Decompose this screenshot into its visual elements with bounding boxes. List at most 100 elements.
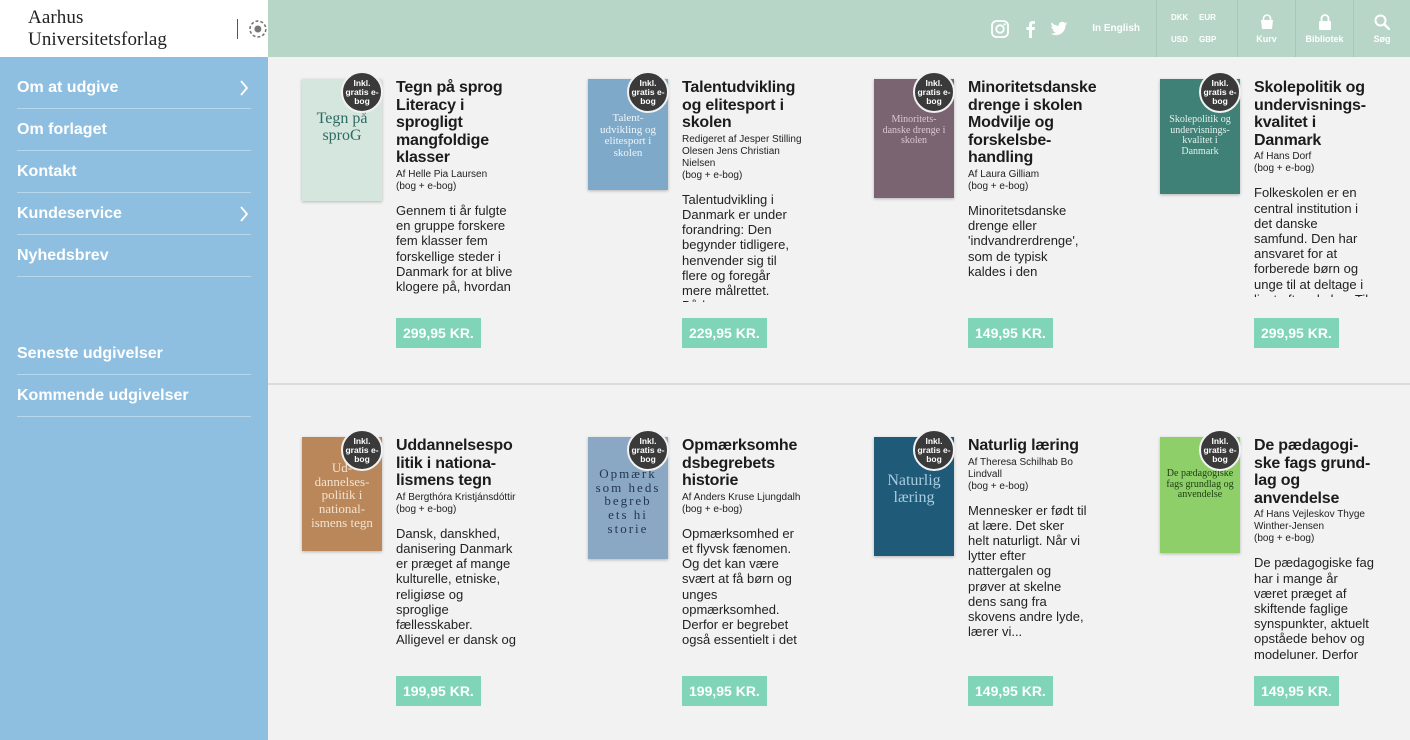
- sidebar-item-label: Seneste udgivelser: [17, 344, 163, 362]
- book-title[interactable]: De pædagogi-ske fags grund-lag og anvend…: [1254, 437, 1374, 507]
- book-info: Skolepolitik og undervisnings-kvalitet i…: [1254, 79, 1374, 297]
- book-title[interactable]: Opmærksomhe dsbegrebets historie: [682, 437, 802, 490]
- cover-title: De pædagogiske fags grundlag og anvendel…: [1166, 468, 1234, 500]
- sidebar-item-label: Kundeservice: [17, 204, 122, 222]
- currency-usd[interactable]: USD: [1171, 29, 1199, 51]
- library-button[interactable]: Bibliotek: [1296, 0, 1354, 57]
- instagram-icon[interactable]: [990, 19, 1010, 39]
- price-button[interactable]: 149,95 KR.: [968, 318, 1053, 348]
- book-info: Opmærksomhe dsbegrebets historie Af Ande…: [682, 437, 802, 650]
- book-author: Af Hans Vejleskov Thyge Winther-Jensen: [1254, 509, 1365, 533]
- sidebar-item-label: Kontakt: [17, 162, 77, 180]
- cart-button[interactable]: Kurv: [1238, 0, 1296, 57]
- sidebar-item-kontakt[interactable]: Kontakt: [17, 151, 251, 193]
- book-format: (bog + e-bog): [968, 180, 1029, 192]
- price-button[interactable]: 199,95 KR.: [396, 676, 481, 706]
- sidebar-item-om-at-udgive[interactable]: Om at udgive: [17, 67, 251, 109]
- price-button[interactable]: 299,95 KR.: [1254, 318, 1339, 348]
- book-format: (bog + e-bog): [682, 169, 743, 181]
- book-row: Tegn på sproG Inkl. gratis e-bog Tegn på…: [268, 57, 1410, 385]
- logo[interactable]: Aarhus Universitetsforlag: [0, 0, 268, 57]
- cover-title: Minoritets-danske drenge i skolen: [882, 114, 946, 146]
- sidebar-nav-primary: Om at udgive Om forlaget Kontakt Kundese…: [0, 57, 268, 277]
- book-row: Ud-dannelses-politik i national-ismens t…: [268, 387, 1410, 740]
- free-ebook-badge: Inkl. gratis e-bog: [1199, 71, 1241, 113]
- book-info: Minoritetsdanske drenge i skolen Modvilj…: [968, 79, 1097, 281]
- currency-eur[interactable]: EUR: [1199, 7, 1227, 29]
- price-button[interactable]: 149,95 KR.: [1254, 676, 1339, 706]
- price-button[interactable]: 149,95 KR.: [968, 676, 1053, 706]
- book-info: Uddannelsespo litik i nationa-lismens te…: [396, 437, 516, 650]
- header-actions: In English DKK EUR USD GBP Kurv Bibliote…: [976, 0, 1410, 57]
- price-button[interactable]: 299,95 KR.: [396, 318, 481, 348]
- book-format: (bog + e-bog): [1254, 533, 1315, 545]
- cover-title: Opmærk som heds begreb ets hi storie: [595, 466, 661, 536]
- book-grid: Tegn på sproG Inkl. gratis e-bog Tegn på…: [268, 57, 1410, 740]
- sidebar-item-om-forlaget[interactable]: Om forlaget: [17, 109, 251, 151]
- book-card: Opmærk som heds begreb ets hi storie Ink…: [554, 387, 840, 740]
- cover-title: Skolepolitik og undervisnings-kvalitet i…: [1169, 114, 1231, 157]
- sidebar-item-nyhedsbrev[interactable]: Nyhedsbrev: [17, 235, 251, 277]
- book-title[interactable]: Minoritetsdanske drenge i skolen Modvilj…: [968, 79, 1097, 167]
- currency-dkk[interactable]: DKK: [1171, 7, 1199, 29]
- book-format: (bog + e-bog): [682, 503, 743, 515]
- currency-gbp[interactable]: GBP: [1199, 29, 1227, 51]
- sidebar-item-kommende-udgivelser[interactable]: Kommende udgivelser: [17, 375, 251, 417]
- facebook-icon[interactable]: [1024, 19, 1036, 39]
- price-button[interactable]: 199,95 KR.: [682, 676, 767, 706]
- book-card: Talent-udvikling og elitesport i skolen …: [554, 57, 840, 385]
- book-description: Talentudvikling i Danmark er under foran…: [682, 191, 789, 302]
- book-description: Gennem ti år fulgte en gruppe forskere f…: [396, 202, 513, 295]
- sidebar: Om at udgive Om forlaget Kontakt Kundese…: [0, 57, 268, 740]
- book-card: Skolepolitik og undervisnings-kvalitet i…: [1126, 57, 1410, 385]
- book-title[interactable]: Skolepolitik og undervisnings-kvalitet i…: [1254, 79, 1374, 149]
- book-title[interactable]: Uddannelsespo litik i nationa-lismens te…: [396, 437, 516, 490]
- price-button[interactable]: 229,95 KR.: [682, 318, 767, 348]
- book-author: Redigeret af Jesper Stilling Olesen Jens…: [682, 133, 802, 169]
- library-label: Bibliotek: [1305, 33, 1344, 44]
- free-ebook-badge: Inkl. gratis e-bog: [627, 71, 669, 113]
- sidebar-item-seneste-udgivelser[interactable]: Seneste udgivelser: [17, 333, 251, 375]
- book-title[interactable]: Talentudvikling og elitesport i skolen: [682, 79, 802, 132]
- book-card: Tegn på sproG Inkl. gratis e-bog Tegn på…: [268, 57, 554, 385]
- sidebar-item-label: Om forlaget: [17, 120, 107, 138]
- logo-text: Aarhus Universitetsforlag: [28, 6, 167, 50]
- chevron-right-icon: [240, 80, 249, 96]
- logo-emblem-icon: [249, 19, 267, 38]
- book-title[interactable]: Tegn på sprog Literacy i sprogligt mangf…: [396, 79, 516, 167]
- book-format: (bog + e-bog): [968, 480, 1029, 492]
- book-description: Opmærksomhed er et flyvsk fænomen. Og de…: [682, 525, 797, 648]
- currency-selector: DKK EUR USD GBP: [1156, 0, 1238, 57]
- search-label: Søg: [1373, 33, 1391, 44]
- book-description: Minoritetsdanske drenge eller 'indvandre…: [968, 202, 1079, 281]
- search-icon: [1374, 14, 1390, 30]
- logo-divider: [237, 18, 239, 39]
- free-ebook-badge: Inkl. gratis e-bog: [913, 71, 955, 113]
- book-description: Mennesker er født til at lære. Det sker …: [968, 502, 1087, 640]
- chevron-right-icon: [240, 206, 249, 222]
- free-ebook-badge: Inkl. gratis e-bog: [913, 429, 955, 471]
- book-card: Minoritets-danske drenge i skolen Inkl. …: [840, 57, 1126, 385]
- book-author: Af Bergthóra Kristjánsdóttir: [396, 491, 516, 503]
- book-info: Tegn på sprog Literacy i sprogligt mangf…: [396, 79, 516, 295]
- sidebar-item-label: Om at udgive: [17, 78, 119, 96]
- sidebar-item-kundeservice[interactable]: Kundeservice: [17, 193, 251, 235]
- search-button[interactable]: Søg: [1354, 0, 1410, 57]
- free-ebook-badge: Inkl. gratis e-bog: [341, 71, 383, 113]
- book-author: Af Laura Gilliam: [968, 168, 1040, 180]
- social-links: [976, 0, 1082, 57]
- book-title[interactable]: Naturlig læring: [968, 437, 1088, 455]
- top-bar: Aarhus Universitetsforlag In English DKK…: [0, 0, 1410, 57]
- twitter-icon[interactable]: [1050, 21, 1068, 37]
- book-info: Talentudvikling og elitesport i skolen R…: [682, 79, 802, 302]
- free-ebook-badge: Inkl. gratis e-bog: [1199, 429, 1241, 471]
- sidebar-nav-secondary: Seneste udgivelser Kommende udgivelser: [0, 277, 268, 417]
- book-format: (bog + e-bog): [396, 503, 457, 515]
- book-author: Af Anders Kruse Ljungdalh: [682, 491, 801, 503]
- language-link[interactable]: In English: [1082, 0, 1156, 57]
- book-description: De pædagogiske fag har i mange år været …: [1254, 555, 1374, 662]
- book-card: De pædagogiske fags grundlag og anvendel…: [1126, 387, 1410, 740]
- book-format: (bog + e-bog): [1254, 163, 1315, 175]
- sidebar-item-label: Nyhedsbrev: [17, 246, 109, 264]
- lock-icon: [1318, 13, 1331, 30]
